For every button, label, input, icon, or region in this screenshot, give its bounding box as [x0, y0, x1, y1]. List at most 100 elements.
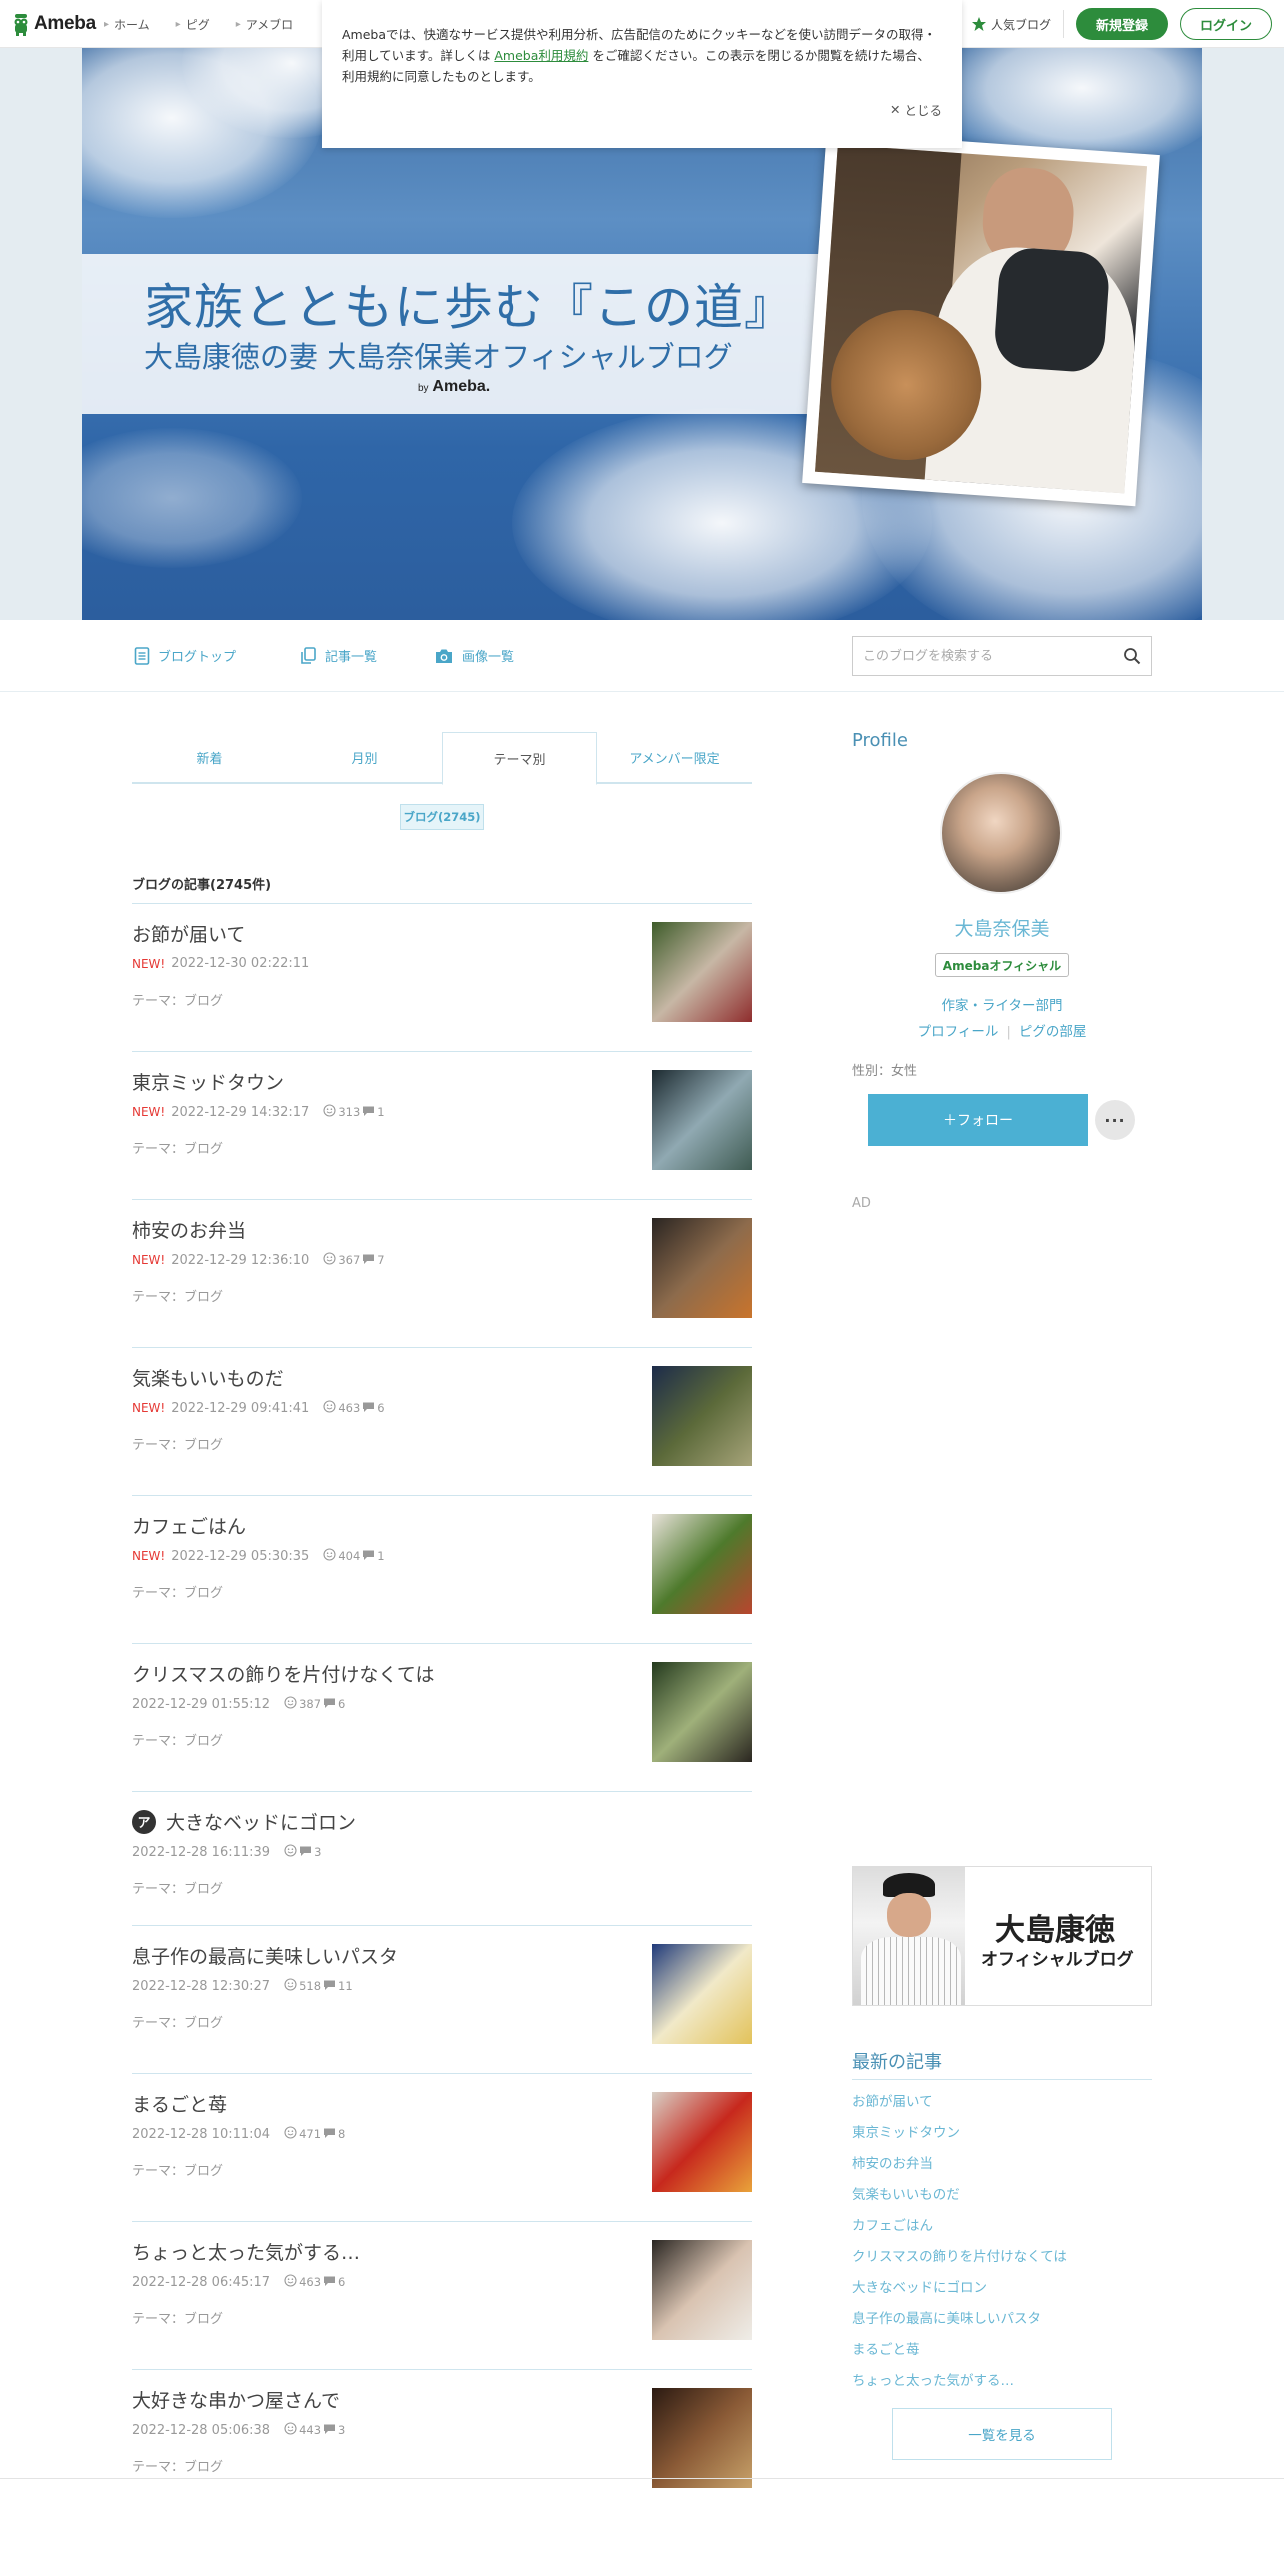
theme-tag-blog[interactable]: ブログ(2745): [400, 804, 484, 830]
profile-category-link[interactable]: 作家・ライター部門: [852, 994, 1152, 1014]
article-theme-link[interactable]: テーマ：ブログ: [132, 1138, 223, 1157]
recent-article-link[interactable]: クリスマスの飾りを片付けなくては: [852, 2245, 1152, 2276]
article-thumbnail[interactable]: [652, 1218, 752, 1318]
nav-ameblo[interactable]: ▸ アメブロ: [236, 16, 293, 33]
login-button[interactable]: ログイン: [1180, 8, 1272, 40]
article-row[interactable]: 大好きな串かつ屋さんで 2022-12-28 05:06:38 443 3 テーマ：ブロ…: [132, 2370, 752, 2488]
recent-article-link[interactable]: 息子作の最高に美味しいパスタ: [852, 2307, 1152, 2338]
article-row[interactable]: 柿安のお弁当 NEW! 2022-12-29 12:36:10 367 7 テーマ：ブログ: [132, 1200, 752, 1348]
article-row[interactable]: まるごと苺 2022-12-28 10:11:04 471 8 テーマ：ブログ: [132, 2074, 752, 2222]
article-thumbnail[interactable]: [652, 1514, 752, 1614]
article-row[interactable]: カフェごはん NEW! 2022-12-29 05:30:35 404 1 テーマ：ブログ: [132, 1496, 752, 1644]
recent-article-link[interactable]: カフェごはん: [852, 2214, 1152, 2245]
comment-icon: [323, 1979, 336, 1994]
amember-icon: ア: [132, 1809, 156, 1834]
article-thumbnail[interactable]: [652, 1944, 752, 2044]
archive-tabs: 新着 月別 テーマ別 アメンバー限定: [132, 732, 752, 785]
article-theme-link[interactable]: テーマ：ブログ: [132, 1286, 223, 1305]
follow-button[interactable]: ＋フォロー: [868, 1094, 1088, 1146]
article-title[interactable]: ア 大きなベッドにゴロン: [132, 1808, 356, 1836]
article-title[interactable]: 気楽もいいものだ: [132, 1364, 284, 1391]
recent-article-link[interactable]: 気楽もいいものだ: [852, 2183, 1152, 2214]
article-thumbnail[interactable]: [652, 1070, 752, 1170]
profile-heading: Profile: [852, 730, 908, 751]
article-row[interactable]: 息子作の最高に美味しいパスタ 2022-12-28 12:30:27 518 11 テー…: [132, 1926, 752, 2074]
tab-monthly[interactable]: 月別: [287, 732, 442, 784]
article-theme-link[interactable]: テーマ：ブログ: [132, 1730, 223, 1749]
article-row[interactable]: ちょっと太った気がする… 2022-12-28 06:45:17 463 6 テーマ：ブ…: [132, 2222, 752, 2370]
terms-link[interactable]: Ameba利用規約: [494, 48, 588, 63]
chevron-right-icon: ▸: [235, 18, 241, 30]
pigg-room-link[interactable]: ピグの部屋: [1019, 1024, 1087, 1040]
view-all-button[interactable]: 一覧を見る: [892, 2408, 1112, 2460]
chevron-right-icon: ▸: [104, 18, 110, 30]
nav-pigg[interactable]: ▸ ピグ: [176, 16, 210, 33]
article-title[interactable]: カフェごはん: [132, 1512, 246, 1539]
ameba-logo[interactable]: Ameba: [12, 10, 96, 38]
article-date: 2022-12-30 02:22:11: [171, 956, 310, 971]
article-theme-link[interactable]: テーマ：ブログ: [132, 2012, 223, 2031]
article-date: 2022-12-29 05:30:35: [171, 1548, 310, 1564]
comment-count: 3: [338, 2423, 346, 2437]
article-theme-link[interactable]: テーマ：ブログ: [132, 990, 223, 1009]
more-options-button[interactable]: ···: [1095, 1100, 1135, 1140]
image-list-label: 画像一覧: [462, 650, 515, 665]
article-theme-link[interactable]: テーマ：ブログ: [132, 2456, 223, 2475]
tab-theme[interactable]: テーマ別: [442, 732, 597, 785]
article-title[interactable]: お節が届いて: [132, 920, 245, 947]
article-row[interactable]: 東京ミッドタウン NEW! 2022-12-29 14:32:17 313 1 テーマ：ブ…: [132, 1052, 752, 1200]
article-title[interactable]: 息子作の最高に美味しいパスタ: [132, 1942, 398, 1969]
profile-name[interactable]: 大島奈保美: [852, 914, 1152, 941]
article-theme-link[interactable]: テーマ：ブログ: [132, 2160, 223, 2179]
recent-article-link[interactable]: まるごと苺: [852, 2338, 1152, 2369]
article-stats: 404 1: [323, 1548, 385, 1564]
article-thumbnail[interactable]: [652, 1366, 752, 1466]
article-list-link[interactable]: 記事一覧: [300, 646, 377, 665]
comment-icon: [299, 1845, 312, 1860]
official-blog-banner[interactable]: 大島康徳 オフィシャルブログ: [852, 1866, 1152, 2006]
blog-top-link[interactable]: ブログトップ: [134, 646, 236, 665]
article-theme-link[interactable]: テーマ：ブログ: [132, 1878, 223, 1897]
article-row[interactable]: ア 大きなベッドにゴロン 2022-12-28 16:11:39 3 テーマ：ブログ: [132, 1792, 752, 1926]
recent-article-link[interactable]: ちょっと太った気がする…: [852, 2369, 1152, 2400]
article-thumbnail[interactable]: [652, 2388, 752, 2488]
recent-article-link[interactable]: お節が届いて: [852, 2090, 1152, 2121]
comment-count: 11: [338, 1979, 353, 1993]
image-list-link[interactable]: 画像一覧: [434, 646, 514, 665]
recent-article-link[interactable]: 東京ミッドタウン: [852, 2121, 1152, 2152]
comment-icon: [323, 2275, 336, 2290]
nav-pigg-label: ピグ: [185, 17, 210, 32]
article-title[interactable]: ちょっと太った気がする…: [132, 2238, 360, 2265]
profile-link[interactable]: プロフィール: [918, 1024, 999, 1040]
article-title[interactable]: まるごと苺: [132, 2090, 227, 2117]
article-row[interactable]: クリスマスの飾りを片付けなくては 2022-12-29 01:55:12 387 6 テ…: [132, 1644, 752, 1792]
article-thumbnail[interactable]: [652, 922, 752, 1022]
search-icon[interactable]: [1123, 647, 1141, 665]
avatar[interactable]: [940, 772, 1062, 894]
register-button[interactable]: 新規登録: [1076, 8, 1168, 40]
search-input[interactable]: [853, 637, 1103, 675]
article-row[interactable]: 気楽もいいものだ NEW! 2022-12-29 09:41:41 463 6 テーマ：ブ…: [132, 1348, 752, 1496]
article-title[interactable]: 大好きな串かつ屋さんで: [132, 2386, 340, 2413]
article-theme-link[interactable]: テーマ：ブログ: [132, 1582, 223, 1601]
official-badge: Amebaオフィシャル: [935, 953, 1069, 977]
tab-amember[interactable]: アメンバー限定: [597, 732, 752, 784]
nav-home[interactable]: ▸ ホーム: [104, 16, 150, 33]
article-thumbnail[interactable]: [652, 2240, 752, 2340]
article-title[interactable]: クリスマスの飾りを片付けなくては: [132, 1660, 434, 1687]
article-row[interactable]: お節が届いて NEW! 2022-12-30 02:22:11 テーマ：ブログ: [132, 904, 752, 1052]
article-thumbnail[interactable]: [652, 2092, 752, 2192]
article-stats: 367 7: [323, 1252, 385, 1268]
article-theme-link[interactable]: テーマ：ブログ: [132, 2308, 223, 2327]
global-nav: ▸ ホーム ▸ ピグ ▸ アメブロ: [104, 0, 293, 48]
article-title[interactable]: 柿安のお弁当: [132, 1216, 246, 1243]
article-thumbnail[interactable]: [652, 1662, 752, 1762]
cookie-close-button[interactable]: ✕ とじる: [890, 100, 942, 119]
article-title[interactable]: 東京ミッドタウン: [132, 1068, 284, 1095]
recent-article-link[interactable]: 柿安のお弁当: [852, 2152, 1152, 2183]
recent-article-link[interactable]: 大きなベッドにゴロン: [852, 2276, 1152, 2307]
article-theme-link[interactable]: テーマ：ブログ: [132, 1434, 223, 1453]
tab-latest[interactable]: 新着: [132, 732, 287, 784]
popular-blog-link[interactable]: 人気ブログ: [971, 10, 1064, 38]
article-stats: 463 6: [284, 2274, 345, 2290]
